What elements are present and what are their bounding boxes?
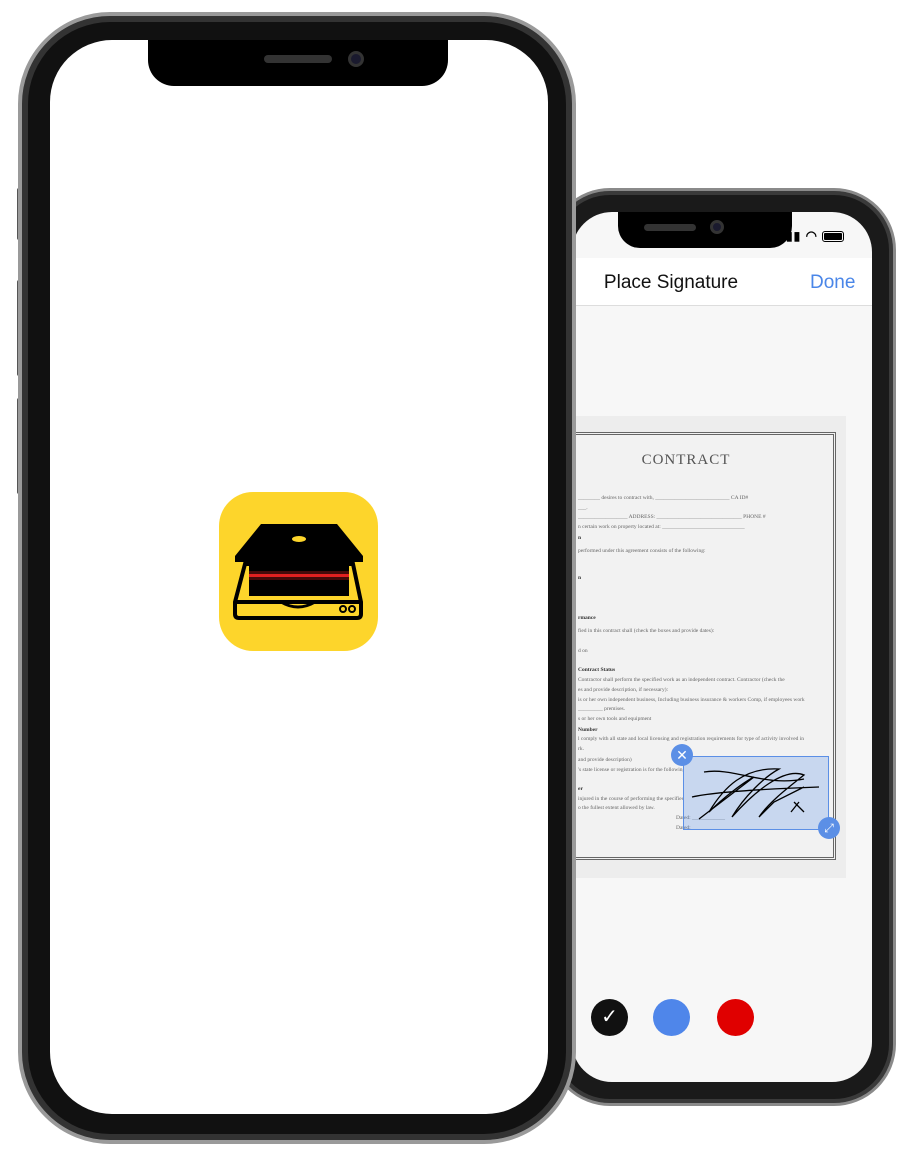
scanner-app-icon (219, 492, 378, 651)
document-line: s or her own tools and equipment (578, 716, 652, 722)
checkmark-icon: ✓ (601, 1006, 618, 1028)
signal-icon: ▮▮ (786, 229, 802, 243)
signature-image (691, 768, 820, 820)
document-line: es and provide description, if necessary… (578, 687, 669, 693)
document-line: d on (578, 648, 588, 654)
status-bar: ▮▮ ◠ (786, 228, 845, 244)
page-title: Place Signature (603, 272, 739, 293)
back-phone-notch (618, 212, 792, 248)
document-line: rmance (578, 615, 596, 621)
document-line: performed under this agreement consists … (578, 548, 706, 554)
battery-icon (822, 231, 845, 243)
front-phone-notch (148, 40, 448, 86)
wifi-icon: ◠ (805, 228, 818, 243)
speaker (264, 55, 332, 63)
document-line: fied in this contract shall (check the b… (578, 628, 715, 634)
document-line: __________________ ADDRESS: ____________… (578, 514, 766, 520)
color-swatch-blue[interactable] (653, 999, 690, 1036)
document-line: n (578, 575, 582, 581)
camera (710, 220, 724, 234)
scanner-icon (233, 524, 363, 620)
document-line: o the fullest extent allowed by law. (578, 805, 655, 811)
document-title: CONTRACT (641, 452, 731, 468)
color-swatch-red[interactable] (717, 999, 754, 1036)
document-line: and provide description) (578, 757, 632, 763)
document-line: Number (578, 727, 598, 733)
document-line: Contract Status (578, 667, 616, 673)
document-line: ________ desires to contract with, _____… (578, 495, 749, 501)
document-line: Contractor shall perform the specified w… (578, 677, 785, 683)
document-line: ___. (578, 505, 588, 511)
signature-placement-box[interactable] (683, 756, 829, 830)
done-button[interactable]: Done (810, 272, 855, 294)
document-line: is or her own independent business, Incl… (578, 697, 805, 703)
remove-signature-icon[interactable]: ✕ (671, 744, 693, 766)
document-line: er (578, 786, 583, 792)
color-swatch-black[interactable]: ✓ (591, 999, 628, 1036)
document-line: _________ premises. (578, 706, 626, 712)
document-line: 's state license or registration is for … (578, 767, 683, 773)
document-line: n (578, 535, 582, 541)
document-line: l comply with all state and local licens… (578, 736, 805, 742)
camera (348, 51, 364, 67)
speaker (644, 224, 696, 231)
resize-handle-icon[interactable]: ⤢ (818, 817, 840, 839)
document-line: rk. (578, 746, 584, 752)
document-line: injured in the course of performing the … (578, 796, 683, 802)
document-line: n certain work on property located at: _… (578, 524, 745, 530)
